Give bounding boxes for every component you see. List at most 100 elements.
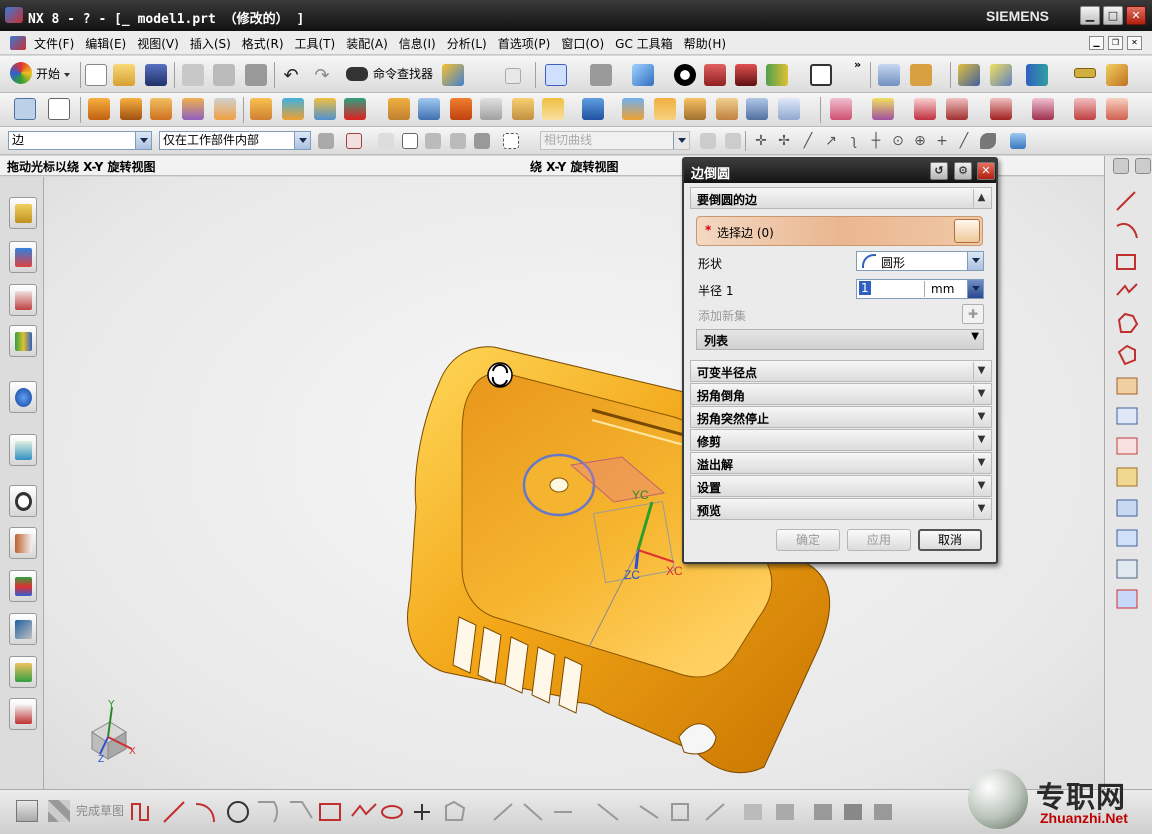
- measure-icon[interactable]: [990, 64, 1012, 86]
- select-body-icon[interactable]: [450, 133, 466, 149]
- history-tab[interactable]: [9, 485, 37, 517]
- pad-icon[interactable]: [250, 98, 272, 120]
- menu-assemblies[interactable]: 装配(A): [346, 35, 388, 52]
- constraint-navigator-tab[interactable]: [9, 241, 37, 273]
- group-settings[interactable]: 设置 ▼: [690, 475, 992, 497]
- move-object-icon[interactable]: [1026, 64, 1048, 86]
- resize-blend-icon[interactable]: [990, 98, 1012, 120]
- group-preview[interactable]: 预览 ▼: [690, 498, 992, 520]
- cut-icon[interactable]: [182, 64, 204, 86]
- undo-icon[interactable]: ↶: [280, 65, 302, 87]
- view-cube-icon[interactable]: [632, 64, 654, 86]
- wcs-icon[interactable]: [910, 64, 932, 86]
- type-filter-dropdown[interactable]: 边: [8, 131, 152, 150]
- pull-face-icon[interactable]: [872, 98, 894, 120]
- follow-fillet-icon[interactable]: [725, 133, 741, 149]
- hole-icon[interactable]: [150, 98, 172, 120]
- sketch-icon[interactable]: [16, 800, 38, 822]
- synchronous-move-face-icon[interactable]: [830, 98, 852, 120]
- close-button[interactable]: ✕: [1126, 6, 1146, 25]
- rectangle-select-icon[interactable]: [503, 133, 519, 149]
- redo-icon[interactable]: ↷: [311, 65, 333, 87]
- constrain-face-icon[interactable]: [1106, 98, 1128, 120]
- pattern-icon[interactable]: [582, 98, 604, 120]
- doc-restore-button[interactable]: ❐: [1108, 36, 1123, 50]
- minimize-button[interactable]: ▁: [1080, 6, 1100, 25]
- hd3d-tools-tab[interactable]: [9, 381, 37, 413]
- edge-blend-icon[interactable]: [512, 98, 534, 120]
- subtract-icon[interactable]: [314, 98, 336, 120]
- toolbar-close-icon[interactable]: [1135, 158, 1151, 174]
- offset-region-icon[interactable]: [1032, 98, 1054, 120]
- roles-tab[interactable]: [9, 656, 37, 688]
- shape-dropdown[interactable]: 圆形: [856, 251, 984, 271]
- trim-body-icon[interactable]: [654, 98, 676, 120]
- start-button[interactable]: 开始: [10, 62, 71, 84]
- chamfer-icon[interactable]: [542, 98, 564, 120]
- chevron-down-icon[interactable]: ▼: [973, 477, 989, 495]
- radius-field[interactable]: 1 mm: [856, 279, 984, 299]
- finish-sketch-label[interactable]: 完成草图: [76, 802, 124, 819]
- list-section[interactable]: 列表 ▼: [696, 329, 984, 350]
- menu-format[interactable]: 格式(R): [242, 35, 284, 52]
- web-browser-tab[interactable]: [9, 434, 37, 466]
- view-selection-icon[interactable]: [1010, 133, 1026, 149]
- block-icon[interactable]: [388, 98, 410, 120]
- part-navigator-tab[interactable]: [9, 284, 37, 316]
- dialog-title-bar[interactable]: 边倒圆 ↺ ⚙ ✕: [684, 159, 996, 183]
- doc-minimize-button[interactable]: ▁: [1089, 36, 1104, 50]
- pocket-icon[interactable]: [214, 98, 236, 120]
- nx-menu-icon[interactable]: [10, 36, 26, 50]
- save-icon[interactable]: [145, 64, 167, 86]
- thicken-icon[interactable]: [746, 98, 768, 120]
- chevron-up-icon[interactable]: ▲: [973, 189, 989, 207]
- select-face-icon[interactable]: [425, 133, 441, 149]
- manufacturing-wizards-tab[interactable]: [9, 613, 37, 645]
- reuse-library-tab[interactable]: [9, 325, 37, 357]
- render-style-icon[interactable]: [674, 64, 696, 86]
- sew-icon[interactable]: [716, 98, 738, 120]
- toolbar-options-icon[interactable]: [1113, 158, 1129, 174]
- doc-close-button[interactable]: ✕: [1127, 36, 1142, 50]
- menu-gc-toolkit[interactable]: GC 工具箱: [615, 35, 673, 52]
- ok-button[interactable]: 确定: [776, 529, 840, 551]
- select-edge-row[interactable]: * 选择边 (0): [696, 216, 983, 246]
- replace-face-icon[interactable]: [946, 98, 968, 120]
- menu-window[interactable]: 窗口(O): [561, 35, 604, 52]
- selection-scope-dropdown[interactable]: 仅在工作部件内部: [159, 131, 311, 150]
- shaded-icon[interactable]: [590, 64, 612, 86]
- menu-insert[interactable]: 插入(S): [190, 35, 231, 52]
- snap-on-surface-icon[interactable]: ╱: [956, 133, 972, 149]
- extract-geometry-icon[interactable]: [778, 98, 800, 120]
- new-file-icon[interactable]: [85, 64, 107, 86]
- group-variable-radius[interactable]: 可变半径点 ▼: [690, 360, 992, 382]
- menu-analysis[interactable]: 分析(L): [447, 35, 487, 52]
- group-overflow[interactable]: 溢出解 ▼: [690, 452, 992, 474]
- chevron-down-icon[interactable]: ▼: [973, 408, 989, 426]
- shell-icon[interactable]: [480, 98, 502, 120]
- curve-rule-dropdown[interactable]: 相切曲线: [540, 131, 690, 150]
- assembly-navigator-tab[interactable]: [9, 197, 37, 229]
- dialog-close-button[interactable]: ✕: [977, 162, 995, 180]
- snap-midpoint-icon[interactable]: ✢: [776, 133, 792, 149]
- system-scene-tab[interactable]: [9, 698, 37, 730]
- chevron-down-icon[interactable]: ▼: [973, 431, 989, 449]
- menu-edit[interactable]: 编辑(E): [85, 35, 126, 52]
- snap-control-point-icon[interactable]: ╱: [800, 133, 816, 149]
- snap-bounded-icon[interactable]: [980, 133, 996, 149]
- finish-sketch-flag-icon[interactable]: [48, 800, 70, 822]
- radius-input[interactable]: 1: [859, 281, 925, 297]
- select-component-icon[interactable]: [474, 133, 490, 149]
- more-tools-indicator[interactable]: »: [854, 58, 861, 71]
- open-folder-icon[interactable]: [113, 64, 135, 86]
- datum-plane-icon[interactable]: [48, 98, 70, 120]
- select-all-icon[interactable]: [346, 133, 362, 149]
- menu-view[interactable]: 视图(V): [137, 35, 179, 52]
- analysis-icon[interactable]: [1106, 64, 1128, 86]
- fit-view-icon[interactable]: [545, 64, 567, 86]
- maximize-button[interactable]: □: [1103, 6, 1123, 25]
- chevron-down-icon[interactable]: ▼: [973, 362, 989, 380]
- cancel-button[interactable]: 取消: [918, 529, 982, 551]
- replace-blend-icon[interactable]: [1074, 98, 1096, 120]
- intersect-icon[interactable]: [344, 98, 366, 120]
